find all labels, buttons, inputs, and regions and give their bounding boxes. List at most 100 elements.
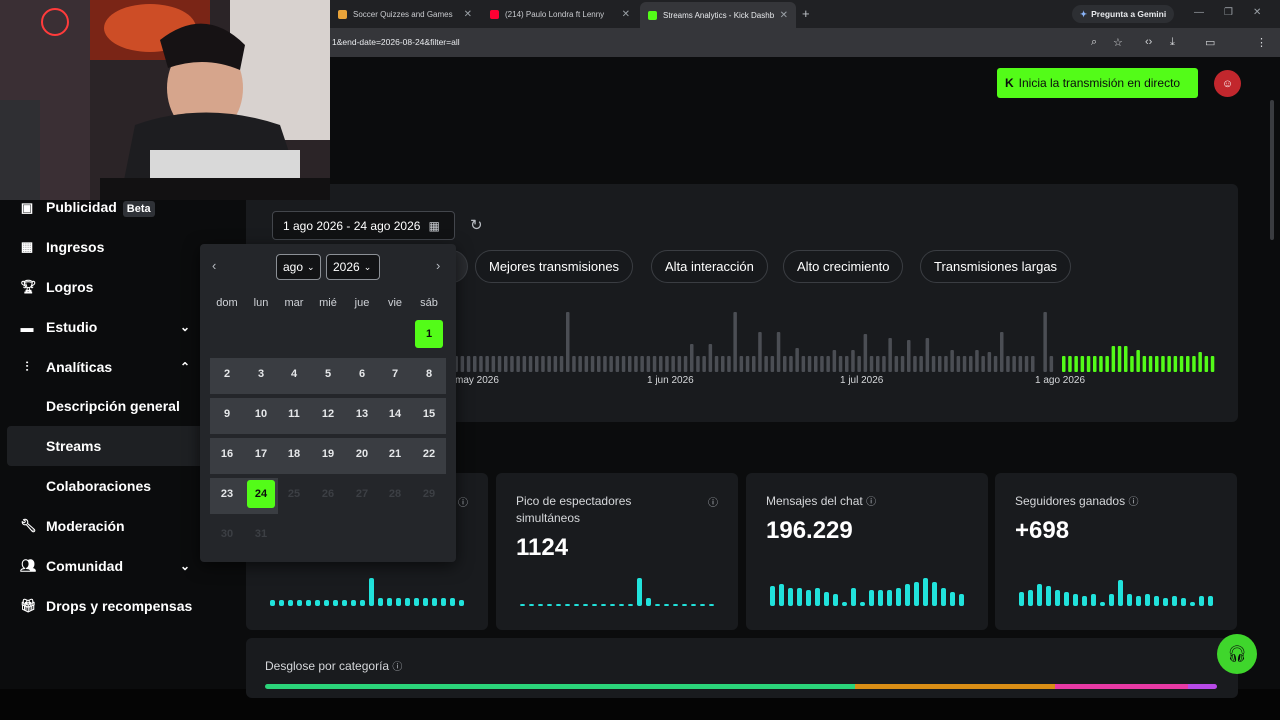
- stream-bar[interactable]: [504, 356, 508, 372]
- info-icon[interactable]: ⓘ: [866, 497, 876, 508]
- stream-bar[interactable]: [485, 356, 489, 372]
- stream-bar[interactable]: [1179, 356, 1184, 372]
- stream-bar[interactable]: [1136, 350, 1140, 372]
- stream-bar[interactable]: [1068, 356, 1072, 372]
- stream-bar[interactable]: [1012, 356, 1016, 372]
- stream-bar[interactable]: [863, 334, 868, 372]
- calendar-day[interactable]: 20: [345, 437, 379, 471]
- filter-chip-largas[interactable]: Transmisiones largas: [920, 250, 1072, 283]
- calendar-day[interactable]: 23: [210, 477, 244, 511]
- stream-bar[interactable]: [1018, 356, 1023, 372]
- calendar-day[interactable]: 7: [378, 357, 412, 391]
- chevron-left-icon[interactable]: ‹: [212, 258, 216, 273]
- stream-bar[interactable]: [609, 356, 613, 372]
- stream-bar[interactable]: [857, 356, 861, 372]
- stream-bar[interactable]: [826, 356, 830, 372]
- stream-bar[interactable]: [1198, 352, 1202, 372]
- new-tab-icon[interactable]: +: [802, 6, 810, 21]
- sidebar-item-drops[interactable]: 🎁︎ Drops y recompensas: [20, 598, 192, 614]
- stream-bar[interactable]: [919, 356, 923, 372]
- stream-bar[interactable]: [1006, 356, 1010, 372]
- calendar-day[interactable]: 28: [378, 477, 412, 511]
- stream-bar[interactable]: [950, 350, 954, 372]
- calendar-day[interactable]: 17: [244, 437, 278, 471]
- stream-bar[interactable]: [628, 356, 632, 372]
- stream-bar[interactable]: [721, 356, 725, 372]
- stream-bar[interactable]: [1210, 356, 1215, 372]
- stream-bar[interactable]: [1105, 356, 1109, 372]
- stream-bar[interactable]: [528, 356, 533, 372]
- sidebar-item-moderacion[interactable]: 🔧︎ Moderación: [20, 518, 125, 534]
- stream-bar[interactable]: [1142, 356, 1147, 372]
- stream-bar[interactable]: [882, 356, 886, 372]
- calendar-day[interactable]: 13: [345, 397, 379, 431]
- stream-bar[interactable]: [783, 356, 787, 372]
- stream-bar[interactable]: [572, 356, 576, 372]
- stream-bar[interactable]: [727, 356, 731, 372]
- stream-bar[interactable]: [776, 332, 781, 372]
- calendar-day[interactable]: 5: [311, 357, 345, 391]
- calendar-day[interactable]: 31: [244, 517, 278, 551]
- stream-bar[interactable]: [938, 356, 942, 372]
- stream-bar[interactable]: [1167, 356, 1171, 372]
- sidebar-item-analiticas[interactable]: ⫶ Analíticas ⌃: [20, 359, 200, 375]
- cast-icon[interactable]: ▭: [1205, 36, 1215, 49]
- stream-bar[interactable]: [931, 356, 936, 372]
- stream-bar[interactable]: [597, 356, 601, 372]
- calendar-day[interactable]: 15: [412, 397, 446, 431]
- stream-bar[interactable]: [758, 332, 762, 372]
- stream-bar[interactable]: [876, 356, 880, 372]
- stream-bar[interactable]: [745, 356, 750, 372]
- maximize-icon[interactable]: ❐: [1224, 7, 1233, 18]
- stream-bar[interactable]: [535, 356, 539, 372]
- calendar-day[interactable]: 14: [378, 397, 412, 431]
- stream-bar[interactable]: [708, 344, 713, 372]
- stream-bar[interactable]: [1161, 356, 1165, 372]
- info-icon[interactable]: ⓘ: [458, 494, 468, 509]
- stream-bar[interactable]: [584, 356, 589, 372]
- stream-bar[interactable]: [640, 356, 644, 372]
- stream-bar[interactable]: [752, 356, 756, 372]
- stream-bar[interactable]: [1031, 356, 1035, 372]
- filter-chip-interaccion[interactable]: Alta interacción: [651, 250, 768, 283]
- date-range-picker[interactable]: 1 ago 2026 - 24 ago 2026 ▦: [272, 211, 455, 240]
- stream-bar[interactable]: [615, 356, 620, 372]
- stream-bar[interactable]: [460, 356, 465, 372]
- minimize-icon[interactable]: —: [1194, 7, 1204, 18]
- stream-bar[interactable]: [1024, 356, 1029, 372]
- stream-bar[interactable]: [807, 356, 812, 372]
- calendar-day[interactable]: 30: [210, 517, 244, 551]
- menu-kebab-icon[interactable]: ⋮: [1256, 36, 1267, 49]
- calendar-day[interactable]: 21: [378, 437, 412, 471]
- calendar-day[interactable]: 18: [277, 437, 311, 471]
- sidebar-item-colaboraciones[interactable]: Colaboraciones: [46, 478, 151, 494]
- sidebar-item-comunidad[interactable]: 👥︎ Comunidad ⌄: [20, 558, 200, 574]
- stream-bar[interactable]: [801, 356, 806, 372]
- stream-bar[interactable]: [714, 356, 719, 372]
- stream-bar[interactable]: [522, 356, 527, 372]
- stream-bar[interactable]: [578, 356, 582, 372]
- sidebar-item-estudio[interactable]: ▬ Estudio ⌄: [20, 319, 200, 335]
- stream-bar[interactable]: [956, 356, 961, 372]
- stream-bar[interactable]: [547, 356, 551, 372]
- zoom-icon[interactable]: ⌕: [1091, 36, 1097, 49]
- stream-bar[interactable]: [603, 356, 607, 372]
- page-scrollbar[interactable]: [1270, 100, 1274, 240]
- calendar-day[interactable]: 4: [277, 357, 311, 391]
- browser-tab-active[interactable]: Streams Analytics - Kick Dashb ✕: [640, 2, 796, 28]
- stream-bar[interactable]: [907, 340, 911, 372]
- stream-bar[interactable]: [1148, 356, 1153, 372]
- stream-bar[interactable]: [900, 356, 905, 372]
- gemini-button[interactable]: ✦ Pregunta a Gemini: [1072, 5, 1175, 23]
- refresh-icon[interactable]: ↻: [470, 216, 483, 234]
- stream-bar[interactable]: [479, 356, 483, 372]
- stream-bar[interactable]: [590, 356, 595, 372]
- stream-bar[interactable]: [1117, 346, 1122, 372]
- stream-bar[interactable]: [1049, 356, 1054, 372]
- stream-bar[interactable]: [621, 356, 626, 372]
- sidebar-item-publicidad[interactable]: ▣ Publicidad Beta: [20, 199, 155, 217]
- year-select[interactable]: 2026 ⌄: [326, 254, 380, 280]
- stream-bar[interactable]: [1043, 312, 1047, 372]
- stream-bar[interactable]: [981, 356, 985, 372]
- stream-bar[interactable]: [566, 312, 570, 372]
